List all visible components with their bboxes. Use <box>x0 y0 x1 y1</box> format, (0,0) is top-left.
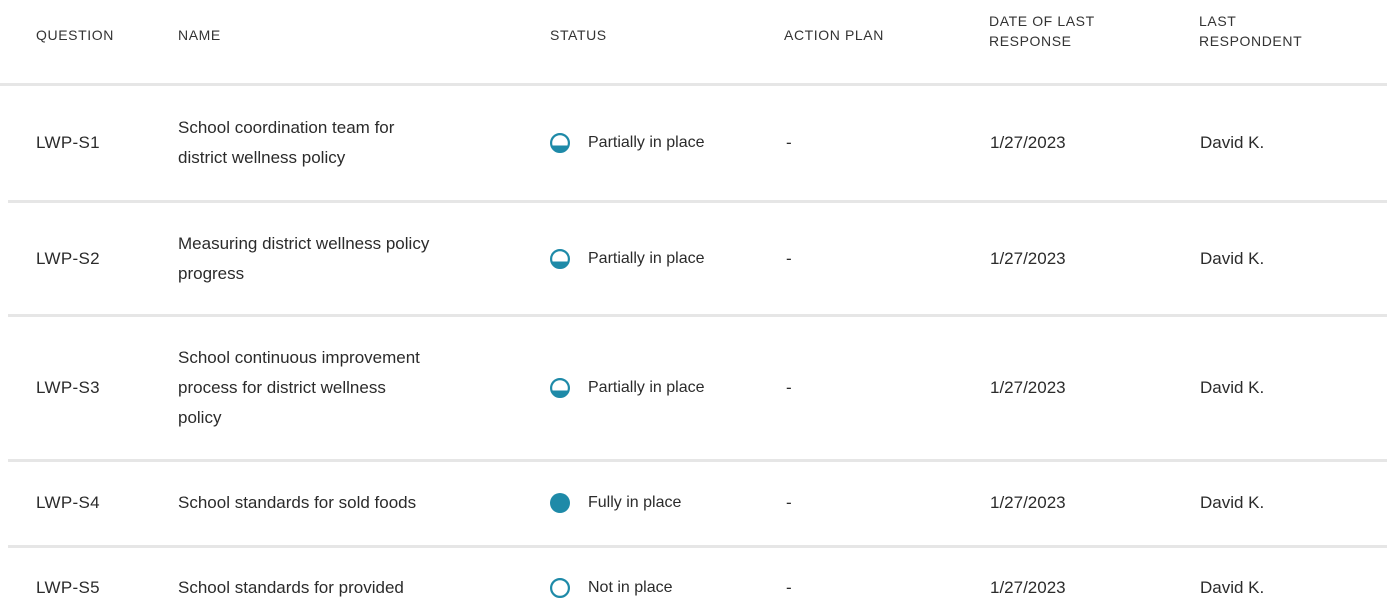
status-label: Not in place <box>588 579 673 596</box>
column-header-last-respondent[interactable]: LAST RESPONDENT <box>1199 11 1302 51</box>
question-id: LWP-S2 <box>36 249 100 268</box>
question-id: LWP-S1 <box>36 133 100 152</box>
column-header-date-line1: DATE OF LAST <box>989 13 1095 29</box>
status-label: Partially in place <box>588 250 705 267</box>
last-respondent: David K. <box>1200 578 1265 597</box>
table-row[interactable]: LWP-S2 Measuring district wellness policy… <box>8 203 1387 317</box>
status-label: Partially in place <box>588 134 705 151</box>
last-respondent: David K. <box>1200 249 1265 268</box>
question-name: School standards for sold foods <box>178 488 518 518</box>
question-name-line: district wellness policy <box>178 148 346 167</box>
status-cell: Partially in place <box>550 244 705 274</box>
action-plan: - <box>786 133 792 152</box>
partial-circle-icon <box>550 249 570 269</box>
question-name-line: School standards for sold foods <box>178 493 417 512</box>
last-response-date: 1/27/2023 <box>990 378 1066 397</box>
action-plan: - <box>786 378 792 397</box>
question-name: Measuring district wellness policy progre… <box>178 229 518 289</box>
action-plan: - <box>786 249 792 268</box>
last-response-date: 1/27/2023 <box>990 133 1066 152</box>
table-header: QUESTION NAME STATUS ACTION PLAN DATE OF… <box>0 0 1387 86</box>
wellness-status-table: QUESTION NAME STATUS ACTION PLAN DATE OF… <box>0 0 1387 600</box>
table-row[interactable]: LWP-S1 School coordination team for distri… <box>8 86 1387 203</box>
column-header-question[interactable]: QUESTION <box>36 25 114 45</box>
action-plan: - <box>786 493 792 512</box>
full-circle-icon <box>550 493 570 513</box>
column-header-date-line2: RESPONSE <box>989 33 1072 49</box>
partial-circle-icon <box>550 378 570 398</box>
last-respondent: David K. <box>1200 493 1265 512</box>
empty-circle-icon <box>550 578 570 598</box>
column-header-respondent-line2: RESPONDENT <box>1199 33 1303 49</box>
status-cell: Partially in place <box>550 128 705 158</box>
question-name-line: policy <box>178 408 222 427</box>
question-name-line: School standards for provided <box>178 578 404 597</box>
table-row[interactable]: LWP-S5 School standards for provided Not i… <box>8 548 1387 600</box>
table-row[interactable]: LWP-S4 School standards for sold foods Ful… <box>8 462 1387 548</box>
question-name-line: Measuring district wellness policy <box>178 234 430 253</box>
last-response-date: 1/27/2023 <box>990 578 1066 597</box>
question-id: LWP-S5 <box>36 578 100 597</box>
question-name-line: School coordination team for <box>178 118 395 137</box>
last-respondent: David K. <box>1200 378 1265 397</box>
status-label: Fully in place <box>588 494 682 511</box>
last-response-date: 1/27/2023 <box>990 249 1066 268</box>
last-response-date: 1/27/2023 <box>990 493 1066 512</box>
column-header-name[interactable]: NAME <box>178 25 221 45</box>
partial-circle-icon <box>550 133 570 153</box>
question-id: LWP-S3 <box>36 378 100 397</box>
table-row[interactable]: LWP-S3 School continuous improvement proce… <box>8 317 1387 462</box>
column-header-date-of-last-response[interactable]: DATE OF LAST RESPONSE <box>989 11 1095 51</box>
question-name-line: process for district wellness <box>178 378 386 397</box>
column-header-action-plan[interactable]: ACTION PLAN <box>784 25 884 45</box>
last-respondent: David K. <box>1200 133 1265 152</box>
question-name: School coordination team for district wel… <box>178 113 518 173</box>
question-id: LWP-S4 <box>36 493 100 512</box>
question-name: School continuous improvement process for… <box>178 343 518 433</box>
status-label: Partially in place <box>588 379 705 396</box>
action-plan: - <box>786 578 792 597</box>
column-header-respondent-line1: LAST <box>1199 13 1237 29</box>
question-name: School standards for provided <box>178 573 518 600</box>
status-cell: Partially in place <box>550 373 705 403</box>
question-name-line: progress <box>178 264 245 283</box>
status-cell: Fully in place <box>550 488 681 518</box>
question-name-line: School continuous improvement <box>178 348 420 367</box>
column-header-status[interactable]: STATUS <box>550 25 607 45</box>
status-cell: Not in place <box>550 573 673 600</box>
